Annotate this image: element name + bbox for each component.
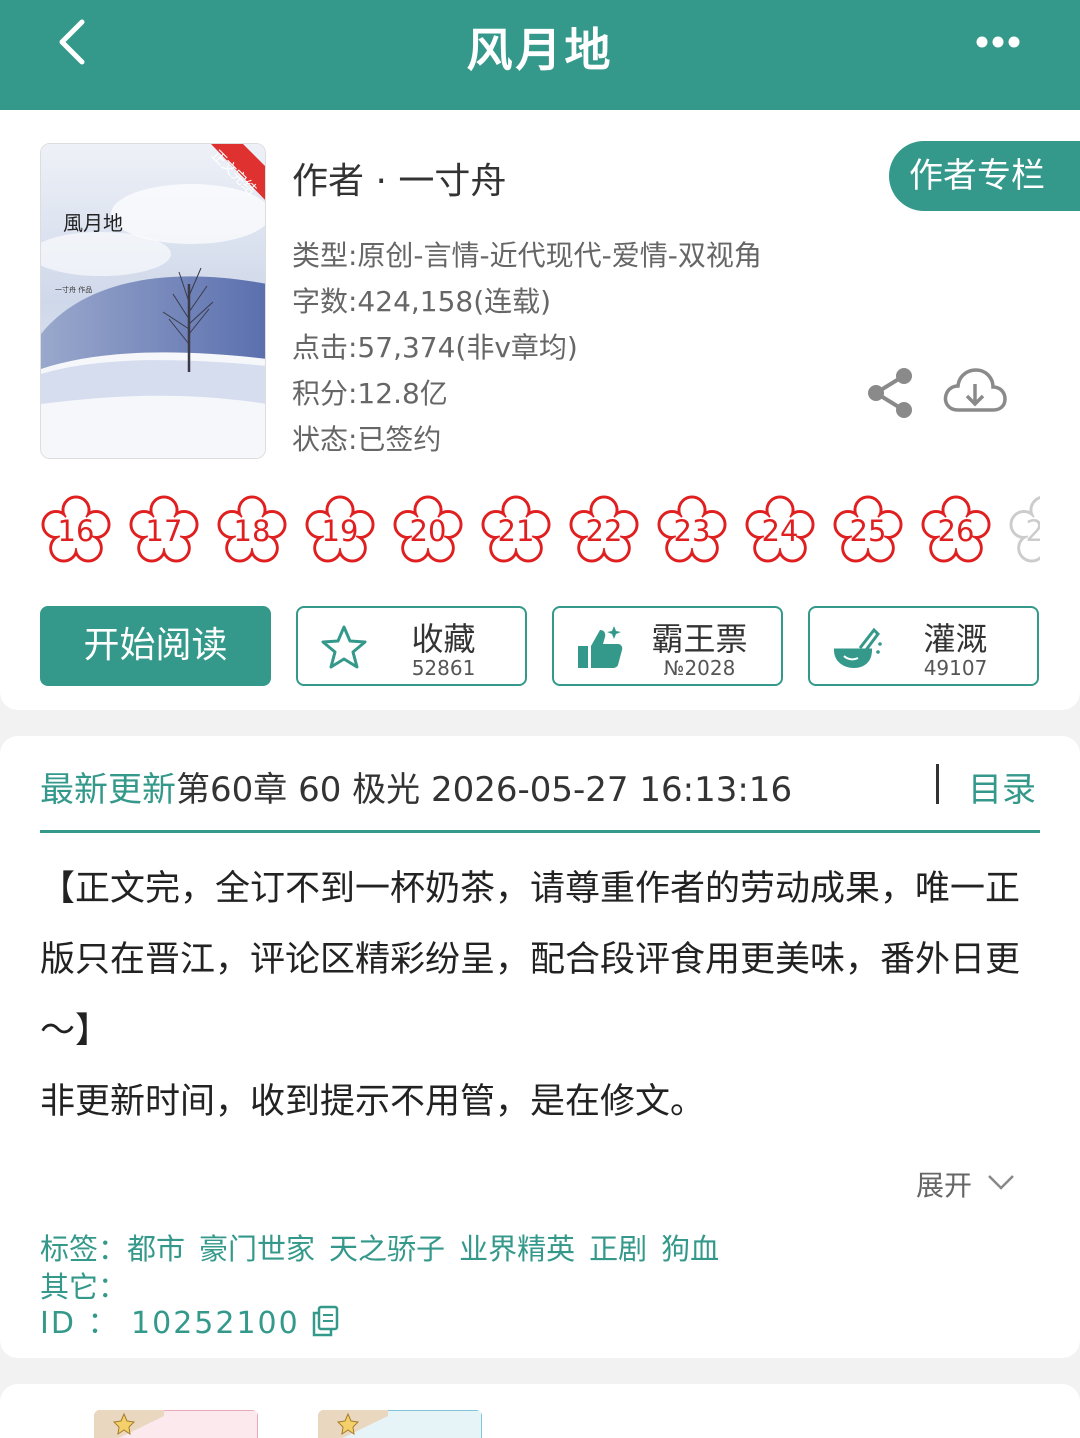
copy-icon[interactable]	[311, 1305, 339, 1337]
flower-number: 21	[497, 514, 535, 548]
flower-badge: 17	[124, 491, 204, 571]
top-bar: 风月地	[0, 0, 1080, 110]
table-of-contents-link[interactable]: 目录	[968, 762, 1036, 811]
more-button[interactable]	[970, 24, 1026, 60]
flower-number: 27	[1025, 514, 1040, 548]
cloud-download-icon	[943, 368, 1007, 412]
book-clicks: 点击:57,374(非v章均)	[292, 331, 578, 364]
expand-button[interactable]: 展开	[916, 1164, 1014, 1204]
more-dots-icon	[976, 36, 1020, 48]
expand-label: 展开	[916, 1169, 973, 1202]
favorite-label: 收藏	[411, 620, 476, 658]
chevron-down-icon	[988, 1175, 1014, 1190]
description-note: 非更新时间，收到提示不用管，是在修文。	[40, 1082, 706, 1122]
flower-badge: 22	[564, 491, 644, 571]
nourish-label: 灌溉	[923, 620, 988, 658]
id-value: 10252100	[131, 1306, 300, 1341]
tags-label: 标签：	[40, 1232, 128, 1266]
flower-badge: 19	[300, 491, 380, 571]
share-button[interactable]	[862, 365, 918, 421]
flower-number: 18	[233, 514, 271, 548]
vote-count: №2028	[663, 656, 736, 680]
favorite-count: 52861	[411, 656, 476, 680]
download-button[interactable]	[940, 362, 1010, 422]
tag-item[interactable]: 豪门世家	[199, 1232, 315, 1266]
vote-label: 霸王票	[651, 620, 748, 658]
recommendation-card	[0, 1384, 1080, 1438]
section-divider	[40, 830, 1040, 833]
tag-row: 标签：都市 豪门世家 天之骄子 业界精英 正剧 狗血	[40, 1226, 733, 1268]
author-column-button[interactable]: 作者专栏	[889, 141, 1080, 211]
tag-item[interactable]: 狗血	[661, 1232, 719, 1266]
latest-update-label: 最新更新	[40, 770, 176, 810]
flower-number: 24	[761, 514, 799, 548]
book-cover[interactable]: 風月地 一寸舟 作品 正文完结	[40, 143, 266, 459]
flower-number: 19	[321, 514, 359, 548]
latest-update[interactable]: 最新更新第60章 60 极光 2026-05-27 16:13:16	[40, 762, 792, 811]
tag-item[interactable]: 天之骄子	[329, 1232, 445, 1266]
book-id-row: ID ： 10252100	[40, 1298, 339, 1342]
latest-chapter: 第60章 60 极光	[176, 770, 421, 810]
favorite-button[interactable]: 收藏 52861	[296, 606, 527, 686]
book-type: 类型:原创-言情-近代现代-爱情-双视角	[292, 239, 762, 272]
flower-badge: 24	[740, 491, 820, 571]
flower-number: 22	[585, 514, 623, 548]
flower-badge: 26	[916, 491, 996, 571]
nourish-button[interactable]: 灌溉 49107	[808, 606, 1039, 686]
recommended-book-cover[interactable]	[94, 1410, 258, 1438]
flower-number: 23	[673, 514, 711, 548]
flower-badge: 20	[388, 491, 468, 571]
tag-item[interactable]: 业界精英	[459, 1232, 575, 1266]
start-reading-button[interactable]: 开始阅读	[40, 606, 271, 686]
book-info-card: 風月地 一寸舟 作品 正文完结 作者 · 一寸舟 作者专栏 类型:原创-言情-近…	[0, 110, 1080, 710]
flower-number: 16	[57, 514, 95, 548]
latest-datetime: 2026-05-27 16:13:16	[430, 770, 793, 810]
tag-item[interactable]: 正剧	[589, 1232, 647, 1266]
flower-badge: 23	[652, 491, 732, 571]
flower-number: 20	[409, 514, 447, 548]
description-paragraph: 【正文完，全订不到一杯奶茶，请尊重作者的劳动成果，唯一正版只在晋江，评论区精彩纷…	[40, 869, 1021, 1051]
book-points: 积分:12.8亿	[292, 377, 448, 410]
flower-number: 25	[849, 514, 887, 548]
divider	[936, 764, 939, 804]
flower-badge: 25	[828, 491, 908, 571]
flower-number: 26	[937, 514, 975, 548]
author-name[interactable]: 作者 · 一寸舟	[292, 152, 506, 204]
cover-title: 風月地	[63, 211, 123, 235]
tag-item[interactable]: 都市	[127, 1232, 185, 1266]
page-title: 风月地	[466, 23, 614, 77]
id-label: ID ：	[40, 1306, 120, 1341]
vote-button[interactable]: 霸王票 №2028	[552, 606, 783, 686]
flower-number: 17	[145, 514, 183, 548]
book-detail-card: 最新更新第60章 60 极光 2026-05-27 16:13:16 目录 【正…	[0, 736, 1080, 1358]
book-description: 【正文完，全订不到一杯奶茶，请尊重作者的劳动成果，唯一正版只在晋江，评论区精彩纷…	[40, 854, 1050, 1138]
flower-badge: 18	[212, 491, 292, 571]
share-icon	[868, 368, 912, 418]
flower-badge: 21	[476, 491, 556, 571]
flower-rank-row: 16 17 18 19 20 21 22 23 24 25 26 2	[36, 491, 1040, 571]
flower-badge: 27	[1004, 491, 1040, 571]
book-word-count: 字数:424,158(连载)	[292, 285, 552, 318]
cover-author: 一寸舟 作品	[55, 285, 92, 294]
book-status: 状态:已签约	[292, 423, 442, 456]
recommended-book-cover[interactable]	[318, 1410, 482, 1438]
nourish-count: 49107	[923, 656, 988, 680]
flower-badge: 16	[36, 491, 116, 571]
